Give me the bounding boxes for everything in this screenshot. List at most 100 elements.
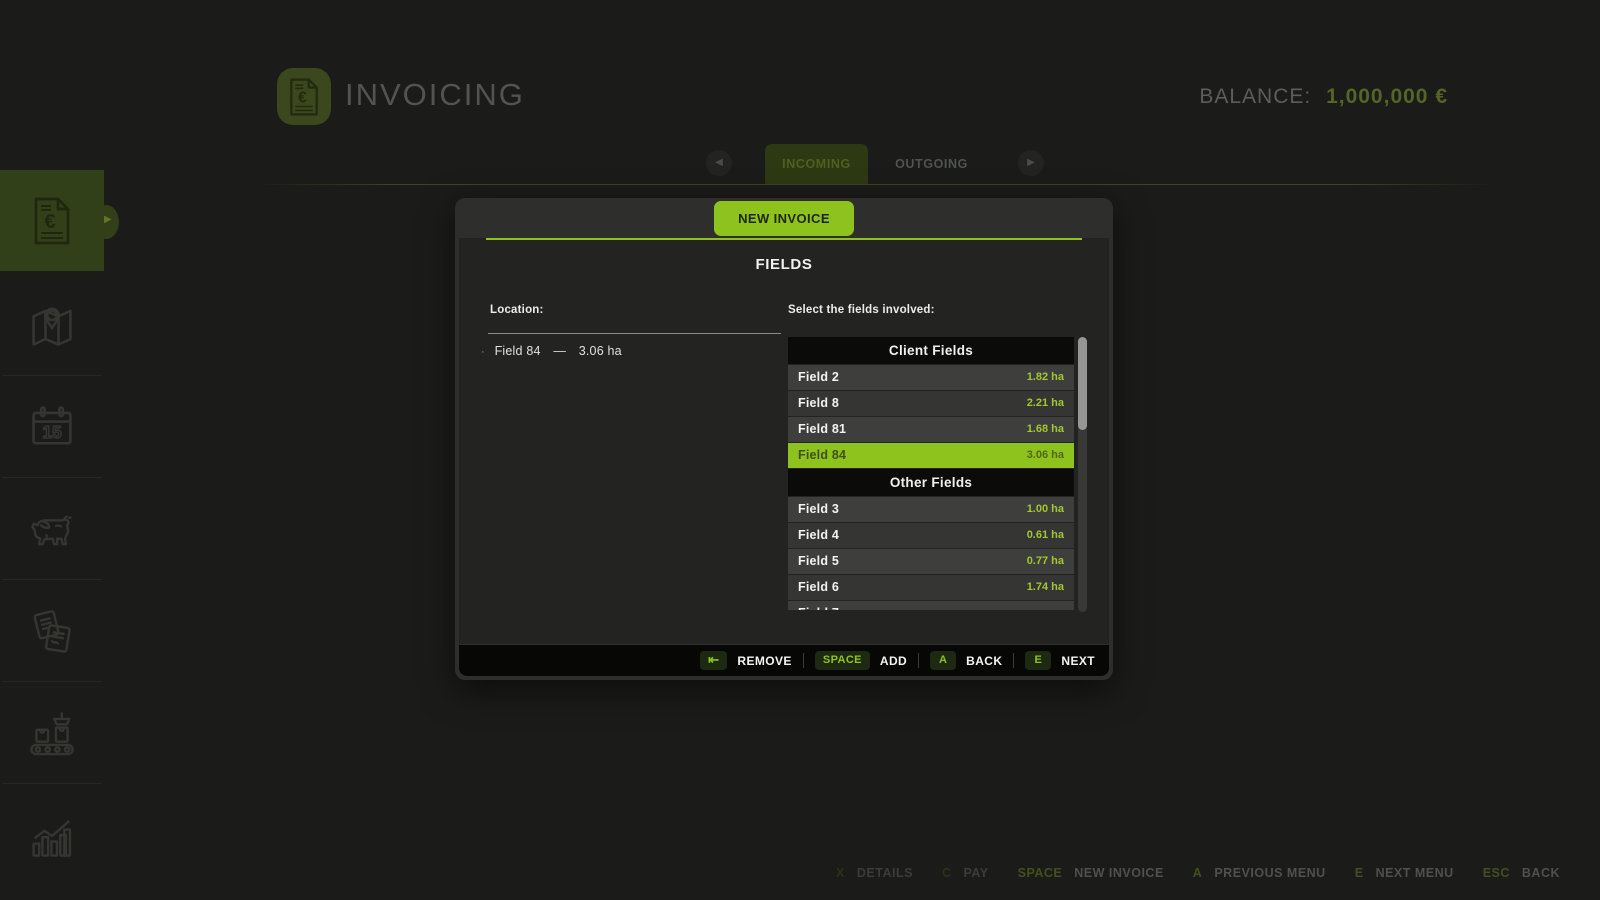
group-header-other-fields: Other Fields [788,469,1074,496]
action-separator [1013,653,1015,668]
new-invoice-dialog: NEW INVOICE FIELDS Location: · Field 84 … [455,198,1113,680]
details-label: DETAILS [856,866,913,880]
add-label: ADD [879,653,908,668]
fields-panel: FIELDS Location: · Field 84 — 3.06 ha Se… [459,238,1109,644]
tab-incoming[interactable]: INCOMING [765,144,868,185]
sidebar-item-invoicing[interactable]: € [0,170,104,271]
map-icon [32,306,72,346]
new-invoice-label: NEW INVOICE [1074,866,1164,880]
next-label: NEXT [1061,653,1095,668]
sidebar-item-contracts[interactable] [0,580,104,681]
production-line-icon [30,711,74,755]
space-key: SPACE [814,651,870,670]
field-row[interactable]: Field 6 1.74 ha [788,575,1074,600]
page-title: INVOICING [345,77,525,112]
fields-section-title: FIELDS [755,256,813,273]
tab-prev-arrow-icon[interactable]: ◀ [706,150,732,176]
previous-menu-key: A [1192,866,1203,880]
next-action[interactable]: E NEXT [1025,651,1095,670]
invoice-document-icon: € [290,77,318,116]
a-key: A [930,651,957,670]
remove-action[interactable]: ⇤ REMOVE [700,651,792,670]
tab-next-arrow-icon[interactable]: ▶ [1018,150,1044,176]
details-action[interactable]: X DETAILS [836,866,913,880]
add-action[interactable]: SPACE ADD [814,651,908,670]
selected-location-entry: · Field 84 — 3.06 ha [481,344,622,358]
field-list: Client Fields Field 2 1.82 ha Field 8 2.… [788,337,1074,610]
back-label-modal: BACK [966,653,1003,668]
calendar-icon: 15 [32,405,72,445]
sidebar-item-animals[interactable] [0,478,104,579]
field-area: 1.74 ha [1026,581,1064,593]
header-divider [255,184,1495,185]
field-row[interactable]: Field 3 1.00 ha [788,497,1074,522]
hotkey-separator [1003,866,1004,880]
field-area: 0.61 ha [1026,529,1064,541]
previous-menu-action[interactable]: A PREVIOUS MENU [1193,866,1326,880]
field-row-clipped[interactable]: Field 7 [788,601,1074,610]
location-underline [488,333,781,334]
documents-icon [33,609,71,653]
tab-outgoing[interactable]: OUTGOING [880,144,983,185]
page-hotkey-bar: X DETAILS C PAY SPACE NEW INVOICE A PREV… [836,866,1560,880]
field-area: 1.00 ha [1026,503,1064,515]
previous-menu-label: PREVIOUS MENU [1214,866,1326,880]
svg-text:15: 15 [42,421,62,441]
field-area: 3.06 ha [1026,449,1064,461]
sidebar-item-production[interactable] [0,682,104,783]
list-scrollbar-track [1078,337,1087,612]
location-dash: — [553,344,567,358]
balance-label: BALANCE: [1199,85,1312,108]
next-menu-key: E [1354,866,1364,880]
back-action[interactable]: ESC BACK [1483,866,1560,880]
field-row[interactable]: Field 5 0.77 ha [788,549,1074,574]
list-scrollbar-thumb[interactable] [1078,337,1087,430]
pay-key: C [941,866,952,880]
field-name: Field 5 [798,554,839,568]
field-name: Field 3 [798,502,839,516]
sidebar-item-statistics[interactable] [0,784,104,885]
next-menu-label: NEXT MENU [1375,866,1454,880]
field-row-selected[interactable]: Field 84 3.06 ha [788,443,1074,468]
backspace-key-icon: ⇤ [700,651,728,670]
balance-value: 1,000,000 € [1326,85,1448,108]
field-area: 2.21 ha [1026,397,1064,409]
back-label: BACK [1521,866,1560,880]
action-separator [918,653,920,668]
field-row[interactable]: Field 8 2.21 ha [788,391,1074,416]
hotkey-separator [1178,866,1179,880]
field-name: Field 6 [798,580,839,594]
new-invoice-title-button[interactable]: NEW INVOICE [714,201,854,236]
field-row[interactable]: Field 4 0.61 ha [788,523,1074,548]
cow-icon [31,514,72,545]
dialog-action-bar: ⇤ REMOVE SPACE ADD A BACK E NEXT [459,645,1109,676]
group-header-client-fields: Client Fields [788,337,1074,364]
new-invoice-action[interactable]: SPACE NEW INVOICE [1018,866,1164,880]
back-action-modal[interactable]: A BACK [930,651,1002,670]
back-key: ESC [1482,866,1510,880]
sidebar-active-arrow-icon: ▶ [104,214,112,225]
sidebar-item-calendar[interactable]: 15 [0,376,104,477]
field-row[interactable]: Field 81 1.68 ha [788,417,1074,442]
hotkey-separator [1468,866,1469,880]
field-area: 0.77 ha [1026,555,1064,567]
svg-text:€: € [44,211,55,233]
field-area: 1.82 ha [1026,371,1064,383]
e-key: E [1025,651,1052,670]
field-name: Field 4 [798,528,839,542]
field-name: Field 81 [798,422,847,436]
field-row[interactable]: Field 2 1.82 ha [788,365,1074,390]
invoicing-screen: € INVOICING BALANCE: 1,000,000 € ◀ INCOM… [0,0,1600,900]
field-name: Field 84 [798,448,847,462]
new-invoice-key: SPACE [1017,866,1063,880]
action-separator [802,653,804,668]
hotkey-separator [1340,866,1341,880]
field-name: Field 7 [798,601,839,610]
pay-action[interactable]: C PAY [942,866,989,880]
location-field-name: Field 84 [494,344,541,358]
bullet-icon: · [481,346,485,358]
svg-text:€: € [298,89,307,106]
next-menu-action[interactable]: E NEXT MENU [1355,866,1454,880]
sidebar-item-map[interactable] [0,274,104,375]
field-name: Field 2 [798,370,839,384]
